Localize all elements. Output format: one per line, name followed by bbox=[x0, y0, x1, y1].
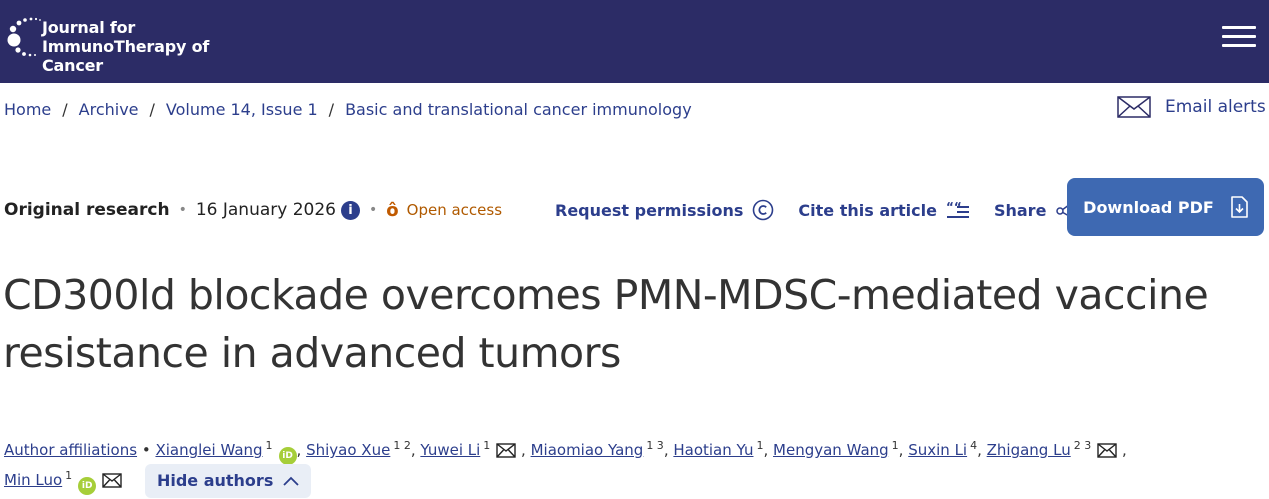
breadcrumb-volume[interactable]: Volume 14, Issue 1 bbox=[166, 100, 318, 119]
breadcrumb-separator: / bbox=[62, 100, 68, 119]
meta-separator: • bbox=[178, 202, 187, 218]
publication-date: 16 January 2026 bbox=[195, 200, 336, 220]
breadcrumb-separator: / bbox=[328, 100, 335, 119]
hamburger-menu-icon[interactable] bbox=[1222, 26, 1256, 50]
download-pdf-button[interactable]: Download PDF bbox=[1067, 178, 1264, 236]
request-permissions-button[interactable]: Request permissions bbox=[555, 199, 774, 221]
breadcrumb: Home / Archive / Volume 14, Issue 1 / Basic an… bbox=[4, 100, 692, 119]
journal-name: Journal for ImmunoTherapy of Cancer bbox=[42, 18, 264, 75]
hide-authors-label: Hide authors bbox=[156, 470, 274, 490]
download-pdf-label: Download PDF bbox=[1083, 197, 1214, 217]
envelope-icon[interactable] bbox=[102, 473, 122, 488]
site-header: Journal for ImmunoTherapy of Cancer bbox=[0, 0, 1269, 83]
affiliation-number: 1 2 bbox=[393, 439, 411, 452]
logo-dots-icon bbox=[7, 17, 41, 57]
author-separator: • bbox=[141, 441, 156, 459]
author-link[interactable]: Suxin Li bbox=[908, 441, 967, 459]
open-access-badge: ô Open access bbox=[386, 200, 502, 221]
breadcrumb-home[interactable]: Home bbox=[4, 100, 51, 119]
article-actions: Request permissions Cite this article ““… bbox=[555, 197, 1077, 223]
open-access-label: Open access bbox=[406, 201, 503, 219]
meta-separator: • bbox=[369, 202, 378, 218]
info-icon[interactable]: i bbox=[341, 200, 360, 220]
share-button[interactable]: Share bbox=[994, 199, 1077, 221]
author-link[interactable]: Miaomiao Yang bbox=[531, 441, 644, 459]
cite-article-button[interactable]: Cite this article ““ bbox=[798, 201, 970, 220]
hide-authors-button[interactable]: Hide authors bbox=[144, 463, 312, 498]
email-alerts-link[interactable]: Email alerts bbox=[1117, 93, 1266, 121]
affiliation-number: 1 bbox=[483, 439, 491, 452]
cite-article-label: Cite this article bbox=[798, 200, 937, 220]
author-list: Author affiliations • Xianglei Wang 1iD, … bbox=[4, 428, 1264, 498]
breadcrumb-archive[interactable]: Archive bbox=[79, 100, 139, 119]
share-label: Share bbox=[993, 200, 1047, 220]
download-icon bbox=[1231, 196, 1248, 218]
author-link[interactable]: Haotian Yu bbox=[673, 441, 753, 459]
envelope-icon[interactable] bbox=[496, 443, 516, 458]
author-link[interactable]: Shiyao Xue bbox=[306, 441, 390, 459]
orcid-icon[interactable]: iD bbox=[78, 477, 97, 495]
open-lock-icon: ô bbox=[386, 199, 399, 221]
breadcrumb-section[interactable]: Basic and translational cancer immunolog… bbox=[345, 100, 692, 119]
email-alerts-label: Email alerts bbox=[1165, 97, 1266, 117]
article-title: CD300ld blockade overcomes PMN-MDSC-medi… bbox=[3, 271, 1209, 377]
quote-list-icon: ““ bbox=[946, 201, 969, 218]
chevron-up-icon bbox=[283, 476, 299, 486]
affiliation-number: 1 bbox=[891, 439, 899, 452]
article-meta: Original research • 16 January 2026 i • … bbox=[4, 197, 502, 223]
author-affiliations-link[interactable]: Author affiliations bbox=[4, 441, 137, 459]
author-link[interactable]: Yuwei Li bbox=[420, 441, 480, 459]
affiliation-number: 1 bbox=[65, 469, 73, 482]
copyright-icon bbox=[753, 199, 774, 221]
affiliation-number: 2 3 bbox=[1073, 439, 1092, 452]
author-link[interactable]: Zhigang Lu bbox=[987, 441, 1071, 459]
author-link[interactable]: Xianglei Wang bbox=[155, 441, 262, 459]
article-type: Original research bbox=[4, 200, 170, 220]
affiliation-number: 1 bbox=[265, 439, 273, 452]
author-link[interactable]: Mengyan Wang bbox=[773, 441, 889, 459]
journal-logo[interactable]: Journal for ImmunoTherapy of Cancer bbox=[4, 14, 264, 75]
journal-name-line2: ImmunoTherapy of Cancer bbox=[42, 37, 210, 75]
author-link[interactable]: Min Luo bbox=[4, 471, 62, 489]
affiliation-number: 1 3 bbox=[646, 439, 664, 452]
journal-name-line1: Journal for bbox=[42, 18, 136, 37]
breadcrumb-separator: / bbox=[149, 100, 155, 119]
envelope-icon[interactable] bbox=[1097, 443, 1117, 458]
envelope-icon bbox=[1117, 96, 1151, 118]
request-permissions-label: Request permissions bbox=[555, 200, 744, 220]
